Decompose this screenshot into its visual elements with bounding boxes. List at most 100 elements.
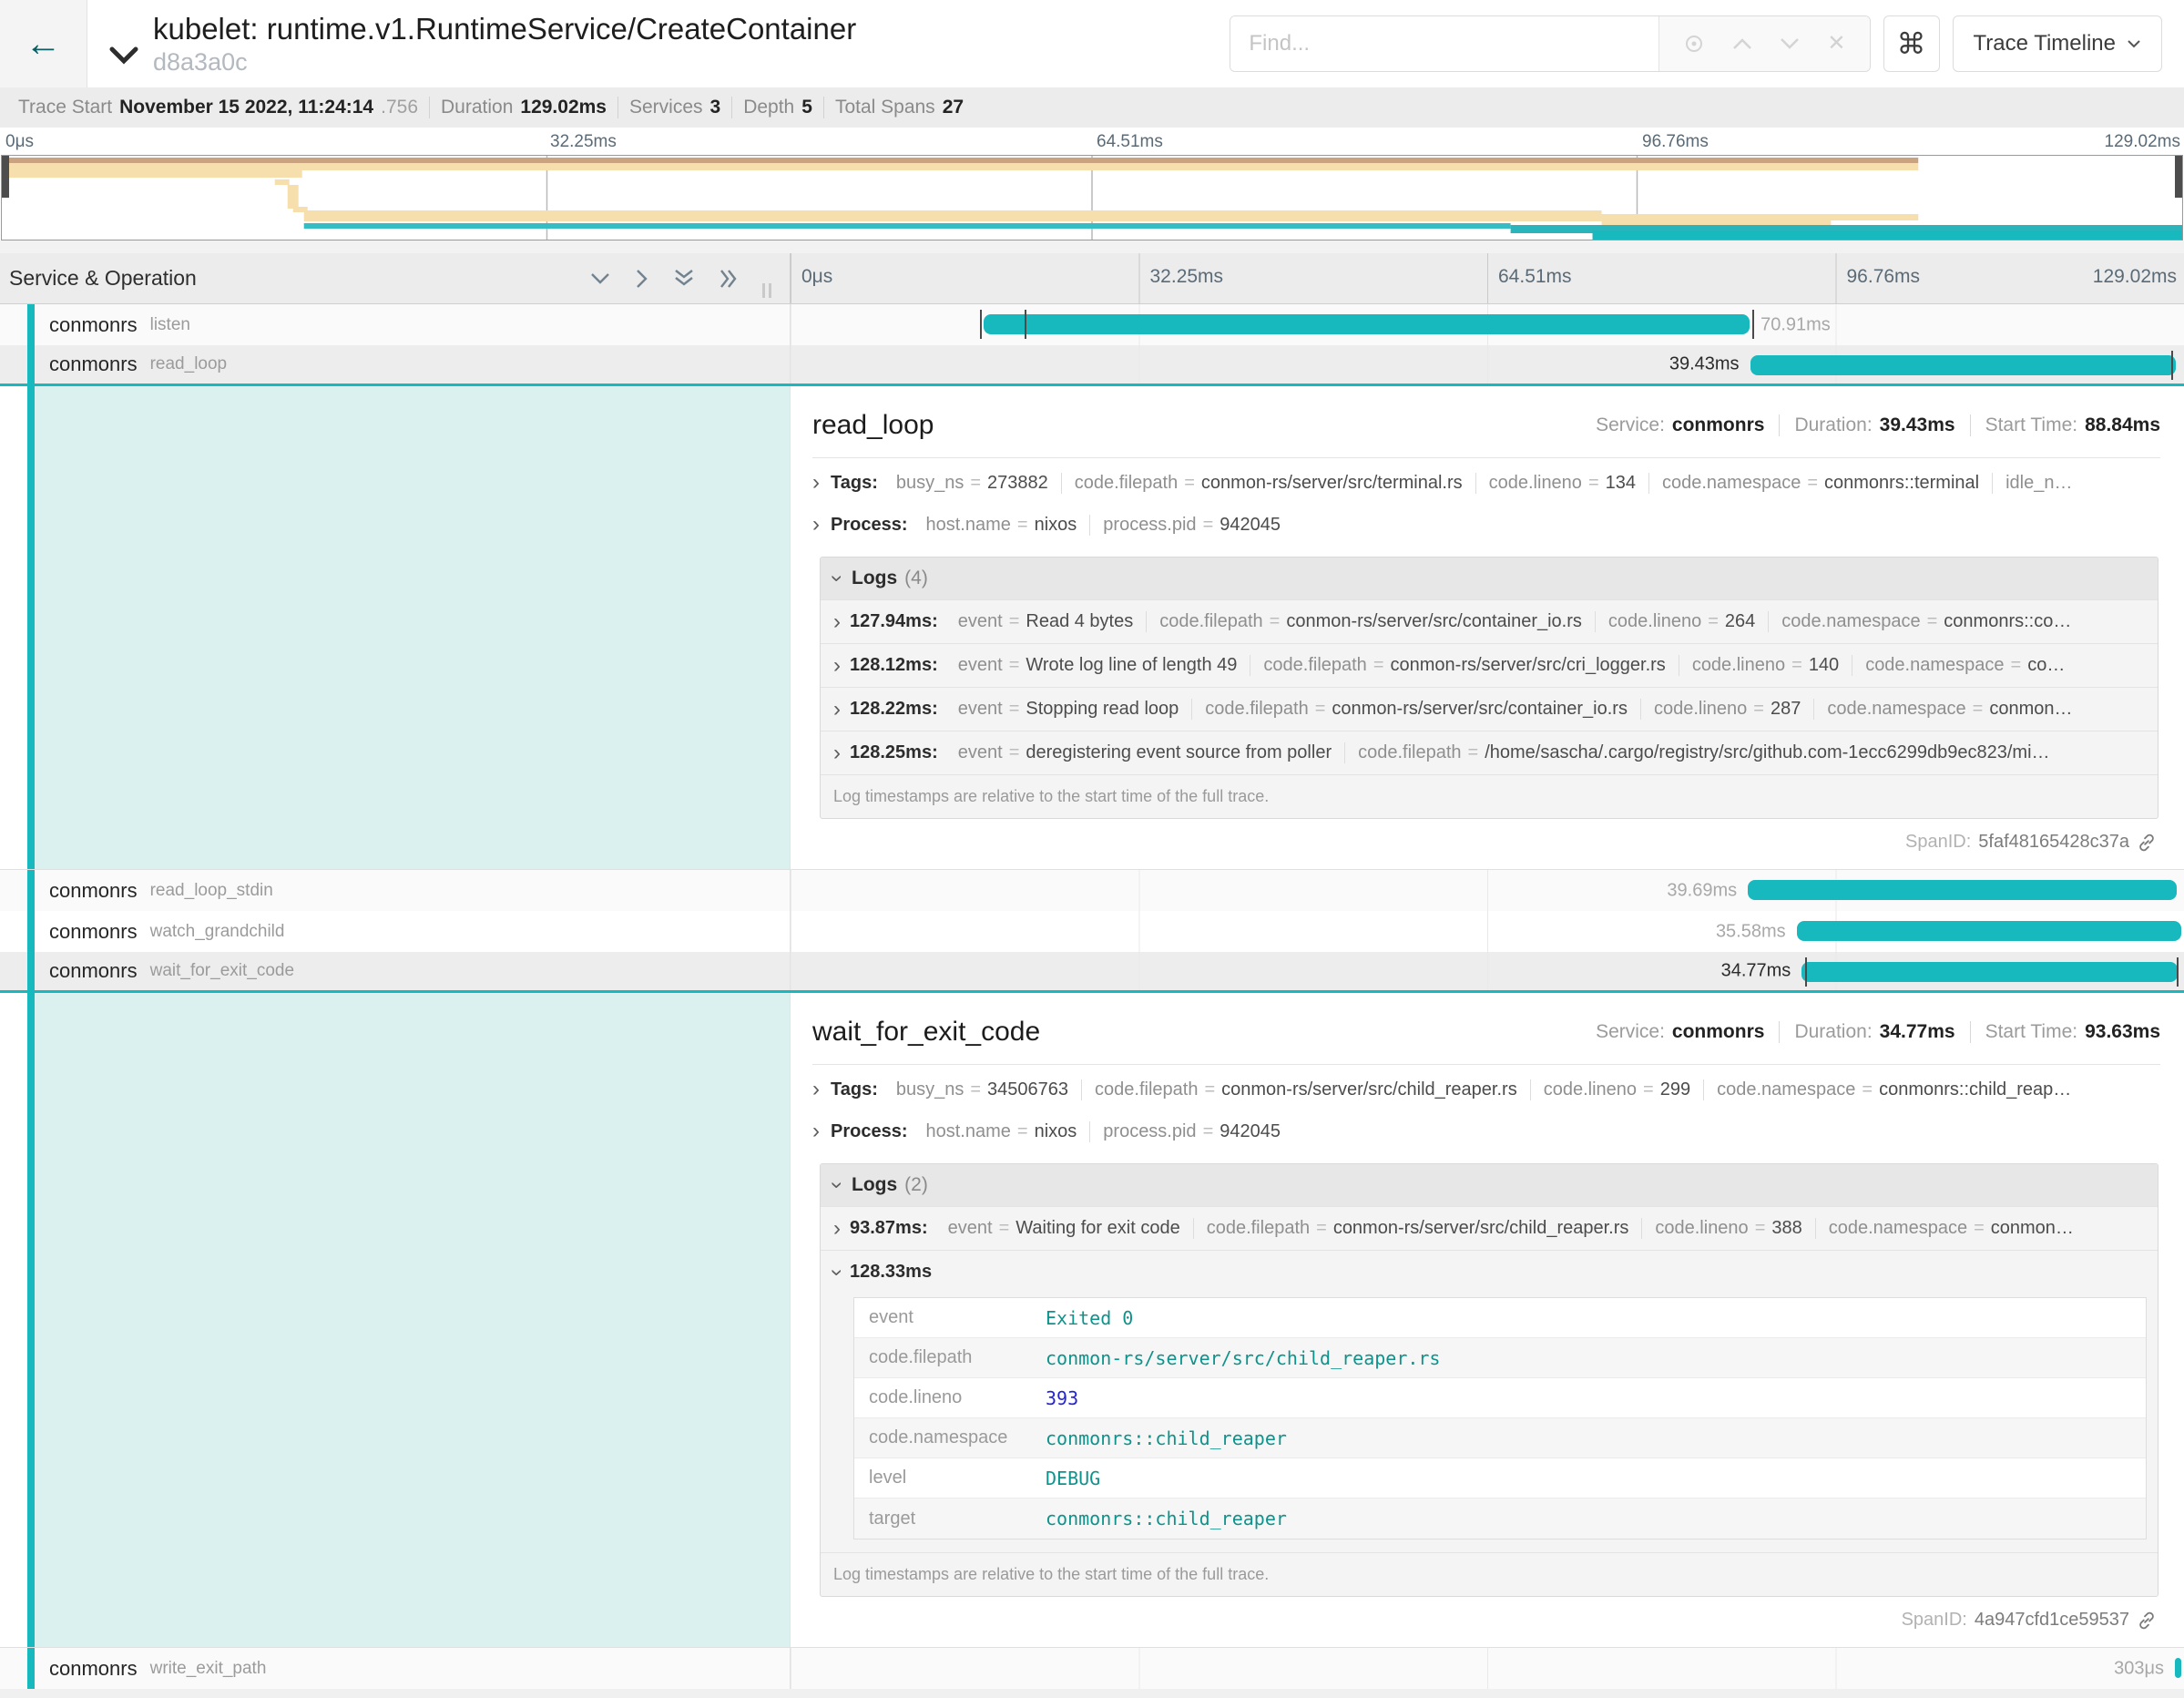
chevron-down-icon[interactable]: › [826, 1269, 848, 1276]
column-resize-handle[interactable] [762, 283, 771, 298]
log-entry[interactable]: › 93.87ms: event=Waiting for exit code c… [821, 1206, 2158, 1250]
log-fields-table: event Exited 0 code.filepath conmon-rs/s… [853, 1297, 2147, 1539]
spanid-row: SpanID: 5faf48165428c37a [812, 832, 2160, 853]
span-bar[interactable] [1750, 355, 2177, 375]
log-entry[interactable]: › 128.22ms: event=Stopping read loop cod… [821, 687, 2158, 731]
span-row-read-loop-stdin[interactable]: conmonrs read_loop_stdin 39.69ms [0, 870, 2184, 911]
span-bar[interactable] [984, 314, 1750, 334]
chevron-right-icon[interactable]: › [812, 514, 820, 536]
minimap-left-handle[interactable] [2, 156, 9, 198]
ruler-tick-3: 96.76ms [1836, 266, 1921, 288]
log-entry[interactable]: › 128.25ms: event=deregistering event so… [821, 731, 2158, 774]
span-timeline-cell[interactable]: 39.69ms [791, 870, 2184, 911]
field-key: code.filepath [854, 1347, 1046, 1368]
log-field: event=deregistering event source from po… [945, 742, 1344, 763]
span-bar[interactable] [1801, 962, 2177, 982]
back-arrow-icon: ← [26, 26, 62, 62]
ruler-tick-4: 129.02ms [2093, 266, 2177, 288]
collapse-all-double-chevron-down-icon[interactable] [674, 269, 694, 288]
trace-start-item: Trace Start November 15 2022, 11:24:14 .… [7, 97, 429, 118]
span-duration-label: 70.91ms [1760, 314, 1831, 335]
log-field: code.lineno=140 [1679, 655, 1852, 676]
span-row-wait-for-exit-code[interactable]: conmonrs wait_for_exit_code 34.77ms [0, 952, 2184, 993]
chevron-right-icon[interactable]: › [812, 472, 820, 494]
chevron-right-icon[interactable]: › [812, 1079, 820, 1100]
logs-section: › Logs (2) › 93.87ms: event=Waiting for … [820, 1163, 2158, 1597]
collapse-trace-chevron-down-icon[interactable] [107, 45, 140, 71]
span-row-read-loop[interactable]: conmonrs read_loop 39.43ms [0, 345, 2184, 386]
span-name-cell[interactable]: conmonrs read_loop [0, 345, 791, 384]
chevron-right-icon[interactable]: › [833, 1218, 841, 1240]
trace-minimap[interactable] [1, 155, 2183, 240]
expand-all-double-chevron-right-icon[interactable] [719, 269, 739, 289]
log-entry[interactable]: › 128.12ms: event=Wrote log line of leng… [821, 643, 2158, 687]
keyboard-shortcuts-button[interactable]: ⌘ [1883, 15, 1940, 72]
tags-row[interactable]: › Tags: busy_ns=34506763 code.filepath=c… [812, 1069, 2160, 1110]
chevron-right-icon[interactable]: › [833, 655, 841, 677]
start-time-label: Start Time: [1985, 414, 2078, 436]
logs-header[interactable]: › Logs (4) [821, 557, 2158, 599]
service-color-bar [27, 345, 35, 384]
spanid-value: 4a947cfd1ce59537 [1975, 1610, 2129, 1631]
view-selector-button[interactable]: Trace Timeline [1953, 15, 2163, 72]
span-timeline-cell[interactable]: 39.43ms [791, 345, 2184, 384]
field-value: conmonrs::child_reaper [1046, 1508, 1287, 1529]
chevron-down-icon[interactable]: › [826, 1181, 848, 1189]
spanid-row: SpanID: 4a947cfd1ce59537 [812, 1610, 2160, 1631]
span-row-watch-grandchild[interactable]: conmonrs watch_grandchild 35.58ms [0, 911, 2184, 952]
ruler-tick-1: 32.25ms [1139, 266, 1224, 288]
chevron-down-icon[interactable]: › [826, 575, 848, 582]
span-name-cell[interactable]: conmonrs write_exit_path [0, 1648, 791, 1689]
prev-result-chevron-up-icon[interactable] [1732, 37, 1752, 50]
log-timestamp: 128.25ms: [850, 742, 938, 763]
chevron-right-icon[interactable]: › [833, 611, 841, 633]
tag-item: code.namespace=conmonrs::terminal [1648, 473, 1992, 494]
span-row-write-exit-path[interactable]: conmonrs write_exit_path 303μs [0, 1648, 2184, 1689]
detail-teal-fill [35, 386, 790, 869]
next-result-chevron-down-icon[interactable] [1780, 37, 1800, 50]
log-entry-expanded[interactable]: › 128.33ms [821, 1250, 2158, 1294]
span-bar[interactable] [1748, 880, 2177, 900]
process-row[interactable]: › Process: host.name=nixos process.pid=9… [812, 504, 2160, 546]
chevron-right-icon[interactable]: › [833, 699, 841, 721]
span-name-cell[interactable]: conmonrs watch_grandchild [0, 911, 791, 952]
process-row[interactable]: › Process: host.name=nixos process.pid=9… [812, 1110, 2160, 1152]
span-timeline-cell[interactable]: 34.77ms [791, 952, 2184, 990]
chevron-right-icon[interactable]: › [812, 1120, 820, 1142]
collapse-one-chevron-down-icon[interactable] [590, 272, 610, 285]
span-name-cell[interactable]: conmonrs read_loop_stdin [0, 870, 791, 911]
link-icon[interactable] [2137, 1611, 2157, 1631]
find-input[interactable] [1230, 16, 1658, 71]
expand-one-chevron-right-icon[interactable] [636, 269, 648, 289]
log-entry[interactable]: › 127.94ms: event=Read 4 bytes code.file… [821, 599, 2158, 643]
service-color-bar [27, 870, 35, 911]
span-timeline-cell[interactable]: 70.91ms [791, 304, 2184, 345]
span-name-cell[interactable]: conmonrs listen [0, 304, 791, 345]
field-key: code.namespace [854, 1427, 1046, 1448]
trace-title-block: kubelet: runtime.v1.RuntimeService/Creat… [153, 0, 856, 87]
span-bar[interactable] [1797, 921, 2181, 941]
service-color-bar [27, 304, 35, 345]
logs-header[interactable]: › Logs (2) [821, 1164, 2158, 1206]
field-key: event [854, 1307, 1046, 1328]
clear-find-icon[interactable]: ✕ [1827, 33, 1845, 55]
span-timeline-cell[interactable]: 35.58ms [791, 911, 2184, 952]
minimap-right-handle[interactable] [2175, 156, 2182, 198]
span-timeline-cell[interactable]: 303μs [791, 1648, 2184, 1689]
span-operation-title: wait_for_exit_code [812, 1017, 1040, 1048]
tag-item: code.lineno=299 [1530, 1079, 1703, 1100]
tag-item: code.lineno=134 [1475, 473, 1648, 494]
link-icon[interactable] [2137, 833, 2157, 853]
process-label: Process: [831, 1121, 908, 1142]
operation-name: wait_for_exit_code [150, 961, 294, 981]
chevron-right-icon[interactable]: › [833, 742, 841, 764]
span-duration-label: 303μs [2114, 1658, 2164, 1679]
locate-icon[interactable] [1683, 33, 1705, 55]
tags-row[interactable]: › Tags: busy_ns=273882 code.filepath=con… [812, 462, 2160, 504]
span-row-listen[interactable]: conmonrs listen 70.91ms [0, 304, 2184, 345]
back-button[interactable]: ← [0, 0, 87, 87]
span-name-cell[interactable]: conmonrs wait_for_exit_code [0, 952, 791, 990]
table-row: event Exited 0 [854, 1298, 2146, 1338]
minimap-tick-0: 0μs [5, 132, 34, 152]
span-bar[interactable] [2175, 1658, 2181, 1678]
